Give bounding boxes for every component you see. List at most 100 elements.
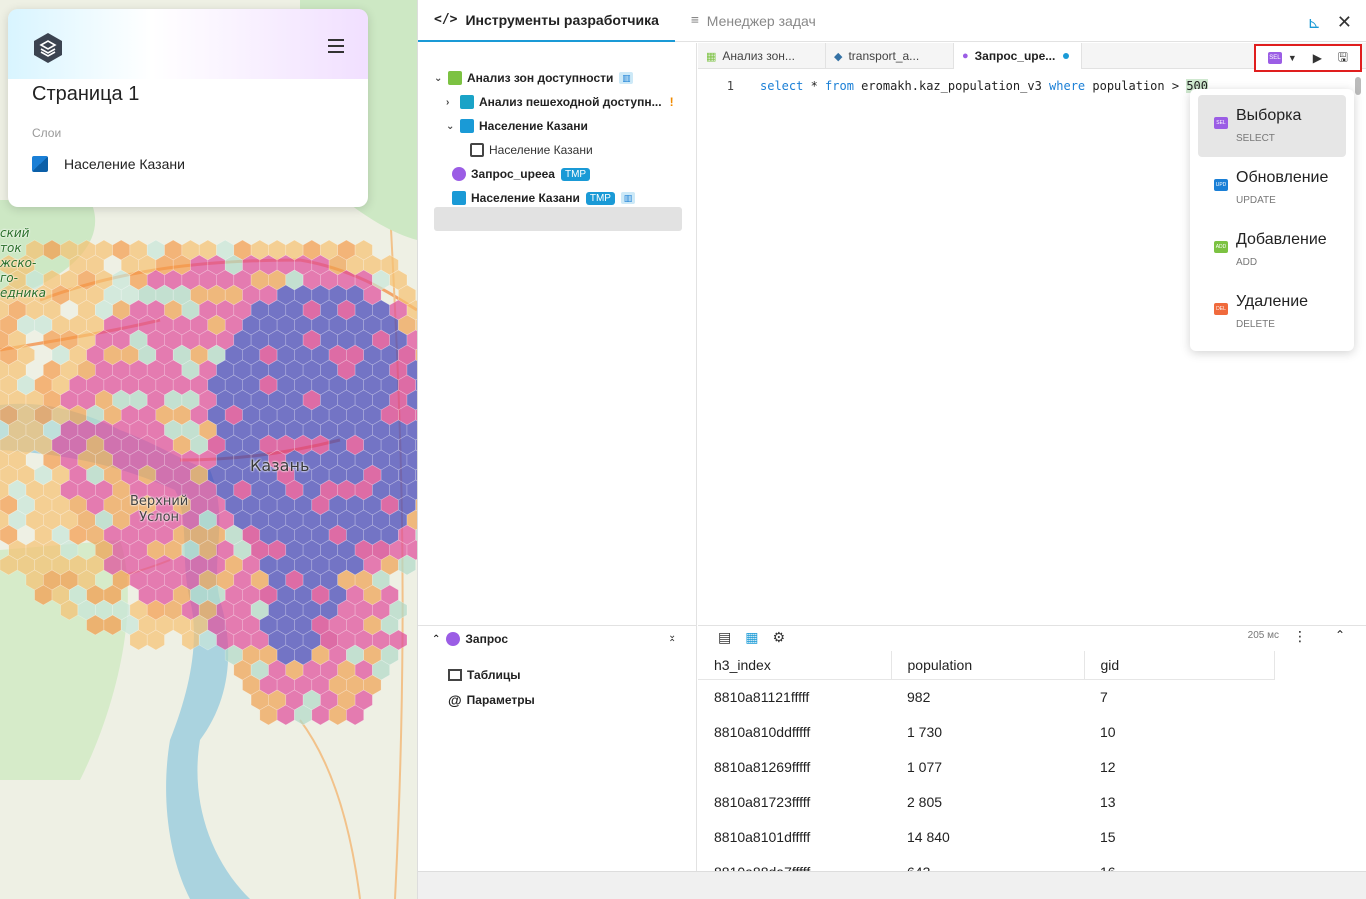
layer-icon <box>452 191 466 205</box>
at-icon: @ <box>448 692 462 708</box>
cell: 16 <box>1084 854 1274 872</box>
menu-item-sub: SELECT <box>1236 133 1275 144</box>
table-icon <box>448 669 462 681</box>
column-header[interactable]: gid <box>1084 651 1275 680</box>
table-row[interactable]: 8810a88da7fffff64316 <box>698 854 1274 872</box>
chevron-right-icon[interactable]: › <box>446 97 460 108</box>
table-icon <box>470 143 484 157</box>
top-tabs: </> Инструменты разработчика ≡ Менеджер … <box>418 0 1366 42</box>
menu-item-sub: ADD <box>1236 257 1258 268</box>
tree-node-label: Анализ пешеходной доступн... <box>479 95 662 109</box>
grid-view-icon[interactable]: ▦ <box>745 629 758 646</box>
results-table: h3_index population gid 8810a81121fffff 9… <box>698 651 1275 871</box>
menu-item-delete[interactable]: DEL Удаление DELETE <box>1198 281 1346 343</box>
map-badge-icon: ▥ <box>620 192 635 204</box>
structure-query-label: Запрос <box>465 632 509 646</box>
app-logo-icon[interactable] <box>32 32 64 64</box>
query-type-dropdown: SEL Выборка SELECT UPD Обновление UPDATE… <box>1190 89 1354 351</box>
layer-icon <box>460 119 474 133</box>
column-header[interactable]: population <box>891 651 1085 680</box>
code-token: population > <box>1085 79 1187 93</box>
table-row[interactable]: 8810a81269fffff 1 077 12 <box>698 749 1274 784</box>
editor-tab-query[interactable]: ● Запрос_upe... <box>954 43 1082 69</box>
structure-params[interactable]: @ Параметры <box>448 692 535 708</box>
save-icon[interactable]: 🖫 <box>1338 48 1348 69</box>
cell: 8810a81121fffff <box>714 688 810 705</box>
chevron-down-icon[interactable]: ⌄ <box>446 121 460 132</box>
cell: 13 <box>1100 793 1116 810</box>
table-row[interactable]: 8810a81723fffff 2 805 13 <box>698 784 1274 819</box>
cell: 1 730 <box>907 723 943 740</box>
cell: 12 <box>1100 758 1116 775</box>
editor-tab-label: Анализ зон... <box>722 49 795 63</box>
selected-row-highlight <box>434 207 682 231</box>
editor-tab-label: transport_a... <box>848 49 920 63</box>
warning-icon: ! <box>669 95 674 109</box>
cell: 10 <box>1100 723 1116 740</box>
map-label-reserve-1: ский <box>0 226 30 240</box>
layer-swatch <box>32 156 48 172</box>
run-button[interactable]: ▶ <box>1313 51 1322 65</box>
layer-label: Население Казани <box>64 156 185 172</box>
tree-node-population[interactable]: ⌄ Население Казани <box>446 115 588 137</box>
menu-item-sub: DELETE <box>1236 319 1275 330</box>
chevron-up-icon[interactable]: ⌃ <box>432 634 440 645</box>
chevron-up-icon[interactable]: ⌃ <box>1335 628 1345 642</box>
table-header: h3_index population gid <box>698 651 1275 680</box>
structure-params-label: Параметры <box>466 693 535 707</box>
settings-icon[interactable]: ⚙ <box>772 629 785 646</box>
select-icon: SEL <box>1214 117 1228 129</box>
table-row[interactable]: 8810a81121fffff 982 7 <box>698 679 1274 714</box>
structure-query[interactable]: ⌃ Запрос <box>432 632 508 646</box>
editor-tab-analysis[interactable]: ▦ Анализ зон... <box>698 43 826 69</box>
update-icon: UPD <box>1214 179 1228 191</box>
add-icon: ADD <box>1214 241 1228 253</box>
map-badge-icon: ▥ <box>619 72 634 84</box>
tree-node-query[interactable]: Запрос_upeea TMP <box>452 163 591 185</box>
tree-node-pedestrian[interactable]: › Анализ пешеходной доступн... ! <box>446 91 674 113</box>
tab-task-manager-label: Менеджер задач <box>706 12 816 29</box>
editor-scrollbar[interactable] <box>1355 77 1361 95</box>
tab-task-manager[interactable]: ≡ Менеджер задач <box>675 0 832 42</box>
cell: 8810a81723fffff <box>714 793 811 810</box>
table-row[interactable]: 8810a810ddfffff 1 730 10 <box>698 714 1274 749</box>
code-icon: </> <box>434 12 458 27</box>
tree-node-population-table[interactable]: Население Казани <box>470 139 593 161</box>
text-view-icon[interactable]: ▤ <box>718 629 731 646</box>
table-row[interactable]: 8810a8101dfffff 14 840 15 <box>698 819 1274 854</box>
menu-item-select[interactable]: SEL Выборка SELECT <box>1198 95 1346 157</box>
map-view[interactable]: Казань Верхний Услон ский ток жско- го- … <box>0 0 417 899</box>
code-line-1[interactable]: 1 select * from eromakh.kaz_population_v… <box>698 76 1208 96</box>
status-bar <box>418 871 1366 899</box>
keyword-select: select <box>760 79 804 93</box>
keyword-from: from <box>825 79 854 93</box>
menu-item-update[interactable]: UPD Обновление UPDATE <box>1198 157 1346 219</box>
tree-node-population-tmp[interactable]: Население Казани TMP ▥ <box>452 187 635 209</box>
top-actions: ⊾ ✕ <box>1308 12 1353 33</box>
close-icon[interactable]: ✕ <box>1337 12 1352 33</box>
menu-item-title: Обновление <box>1236 169 1329 186</box>
select-type-icon: SEL <box>1267 52 1282 64</box>
map-label-reserve-3: жско- <box>0 256 37 270</box>
collapse-icon[interactable]: ⌄ ⌃ <box>668 631 676 649</box>
layer-item-population[interactable]: Население Казани <box>32 156 185 172</box>
menu-item-add[interactable]: ADD Добавление ADD <box>1198 219 1346 281</box>
tab-dev-tools[interactable]: </> Инструменты разработчика <box>418 0 675 42</box>
database-icon <box>452 167 466 181</box>
menu-icon[interactable] <box>328 39 344 53</box>
structure-tables[interactable]: Таблицы <box>448 668 520 682</box>
query-type-select[interactable]: SEL ▼ <box>1267 52 1297 64</box>
code-token: eromakh.kaz_population_v3 <box>853 79 1050 93</box>
chevron-down-icon[interactable]: ⌄ <box>434 73 448 84</box>
more-icon[interactable]: ⋮ <box>1293 628 1307 645</box>
tree-node-analysis[interactable]: ⌄ Анализ зон доступности ▥ <box>434 67 634 89</box>
map-icon <box>448 71 462 85</box>
caret-down-icon: ▼ <box>1287 53 1297 63</box>
editor-tab-transport[interactable]: ◆ transport_a... <box>826 43 954 69</box>
road <box>299 719 361 899</box>
tree-icon[interactable]: ⊾ <box>1308 13 1321 33</box>
unsaved-dot-icon <box>1063 53 1070 59</box>
database-icon: ● <box>962 50 969 62</box>
code-text[interactable]: select * from eromakh.kaz_population_v3 … <box>760 79 1208 93</box>
column-header[interactable]: h3_index <box>698 651 892 680</box>
